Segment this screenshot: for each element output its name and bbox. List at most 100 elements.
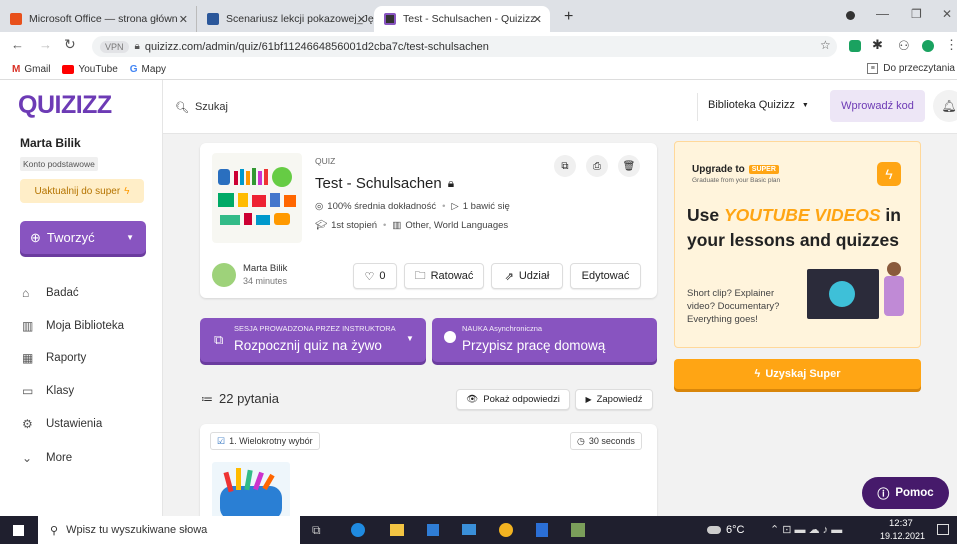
weather-temp[interactable]: 6°C	[726, 524, 744, 536]
task-view-icon[interactable]: ⧉	[312, 523, 321, 538]
word-icon[interactable]	[536, 523, 548, 537]
question-time-badge: ◷ 30 seconds	[570, 432, 642, 450]
clock-date: 19.12.2021	[880, 531, 926, 541]
assign-homework-button[interactable]: NAUKA Asynchroniczna Przypisz pracę domo…	[432, 318, 657, 362]
star-icon[interactable]: ☆	[820, 38, 831, 52]
menu-dots-icon[interactable]: ⋮	[945, 37, 957, 53]
promo-subline: Graduate from your Basic plan	[692, 177, 781, 184]
copy-icon[interactable]: ⧉	[554, 155, 576, 177]
window-close-icon[interactable]: ✕	[942, 7, 952, 21]
edit-button[interactable]: Edytować	[570, 263, 641, 289]
windows-taskbar: ⚲ Wpisz tu wyszukiwane słowa ⧉ 6°C ⌃ ⊡ ▬…	[0, 516, 957, 544]
shield-icon[interactable]	[922, 40, 934, 52]
store-icon[interactable]	[427, 524, 439, 536]
sidebar-item-explore[interactable]: ⌂ Badać	[22, 286, 79, 300]
start-live-quiz-button[interactable]: ⧉ SESJA PROWADZONA PRZEZ INSTRUKTORA Roz…	[200, 318, 426, 362]
lightning-icon: ϟ	[754, 368, 761, 380]
maps-icon: G	[129, 64, 138, 75]
vpn-icon: VPN	[100, 40, 129, 53]
promo-headline: Use YOUTUBE VIDEOS in your lessons and q…	[687, 205, 901, 250]
sidebar-item-classes[interactable]: ▭ Klasy	[22, 384, 74, 398]
quiz-type-label: QUIZ	[315, 156, 336, 166]
browser-tab-scenariusz[interactable]: Scenariusz lekcji pokazowej_Języ ✕	[196, 6, 374, 32]
sidebar-item-library[interactable]: ▥ Moja Biblioteka	[22, 319, 124, 333]
restore-icon[interactable]: ❐	[911, 7, 922, 21]
presentation-icon: ⧉	[214, 332, 224, 347]
user-name: Marta Bilik	[20, 136, 81, 150]
share-button[interactable]: ⇗ Udział	[491, 263, 563, 289]
sidebar-item-settings[interactable]: ⚙ Ustawienia	[22, 417, 102, 431]
question-image	[212, 462, 290, 516]
library-dropdown[interactable]: Biblioteka Quizizz ▼	[708, 99, 809, 111]
question-circle-icon: ⓘ	[877, 486, 890, 501]
quiz-thumbnail	[212, 153, 302, 243]
new-tab-icon[interactable]: +	[564, 8, 573, 26]
folder-icon: 🗀	[414, 269, 426, 282]
reload-icon[interactable]: ↻	[64, 36, 76, 53]
bookmark-gmail[interactable]: M Gmail	[12, 64, 50, 75]
quizizz-logo[interactable]: QUIZIZZ	[18, 91, 112, 120]
search-icon: ⚲	[50, 524, 59, 537]
target-icon: ◎	[315, 201, 324, 212]
play-icon: ▷	[451, 201, 459, 212]
reading-list[interactable]: ≡ Do przeczytania	[867, 63, 955, 74]
back-icon[interactable]: ←	[11, 37, 24, 52]
bookmark-youtube[interactable]: YouTube	[62, 64, 118, 75]
create-button[interactable]: ⊕ Tworzyć ▼	[20, 221, 146, 254]
extensions-icon[interactable]: ✱	[872, 37, 883, 53]
like-button[interactable]: ♡ 0	[353, 263, 397, 289]
minimize-icon[interactable]: —	[876, 6, 889, 21]
enter-code-button[interactable]: Wprowadź kod	[830, 90, 925, 122]
upgrade-button[interactable]: Uaktualnij do super ϟ	[20, 179, 144, 203]
help-button[interactable]: ⓘ Pomoc	[862, 477, 949, 509]
account-type-badge: Konto podstawowe	[20, 157, 98, 171]
file-explorer-icon[interactable]	[390, 524, 404, 536]
super-lightning-icon: ϟ	[877, 162, 901, 186]
print-icon[interactable]: ⎙	[586, 155, 608, 177]
lock-icon: 🔒︎	[134, 41, 140, 52]
photos-icon[interactable]	[571, 523, 585, 537]
save-button[interactable]: 🗀 Ratować	[404, 263, 484, 289]
sidebar-item-reports[interactable]: ▦ Raporty	[22, 351, 86, 365]
lock-icon: 🔒︎	[447, 176, 455, 190]
clock-time: 12:37	[889, 518, 913, 529]
question-card[interactable]: ☑ 1. Wielokrotny wybór ◷ 30 seconds	[200, 424, 657, 516]
edge-icon[interactable]	[351, 523, 365, 537]
quiz-card: QUIZ Test - Schulsachen 🔒︎ ◎ 100% średni…	[200, 143, 657, 298]
sidebar-item-more[interactable]: ⌄ More	[22, 451, 72, 465]
author-name: Marta Bilik	[243, 263, 288, 274]
forward-icon[interactable]: →	[39, 37, 52, 52]
bell-icon[interactable]: 🔔︎	[933, 90, 957, 122]
caret-down-icon: ▼	[126, 233, 134, 242]
browser-tab-office[interactable]: Microsoft Office — strona główn ✕	[0, 6, 196, 32]
close-icon[interactable]: ✕	[357, 13, 366, 26]
question-count: ≔ 22 pytania	[201, 391, 279, 406]
tray-icons[interactable]: ⌃ ⊡ ▬ ☁ ♪ ▬	[770, 523, 842, 536]
show-answers-button[interactable]: 👁︎ Pokaż odpowiedzi	[456, 389, 570, 410]
author-time: 34 minutes	[243, 276, 288, 286]
address-bar[interactable]: VPN 🔒︎ quizizz.com/admin/quiz/61bf112466…	[92, 36, 837, 57]
trash-icon[interactable]: 🗑︎	[618, 155, 640, 177]
video-screen-illustration	[807, 269, 879, 319]
search-input[interactable]: 🔍︎ Szukaj	[175, 97, 695, 117]
checkbox-icon: ☑	[217, 435, 226, 446]
caret-down-icon: ▼	[406, 334, 414, 343]
bookmark-maps[interactable]: G Mapy	[130, 64, 166, 75]
preview-button[interactable]: ▶ Zapowiedź	[575, 389, 653, 410]
notifications-icon[interactable]	[937, 524, 949, 535]
chrome-icon[interactable]	[499, 523, 513, 537]
super-badge: SUPER	[748, 165, 779, 174]
close-icon[interactable]: ✕	[179, 13, 188, 26]
taskbar-search-input[interactable]: ⚲ Wpisz tu wyszukiwane słowa	[38, 516, 300, 544]
close-icon[interactable]: ✕	[533, 13, 542, 26]
windows-start-icon[interactable]	[13, 525, 24, 536]
account-icon[interactable]: ⚇	[898, 38, 910, 54]
browser-address-row: ← → ↻ VPN 🔒︎ quizizz.com/admin/quiz/61bf…	[0, 32, 957, 60]
get-super-button[interactable]: ϟ Uzyskaj Super	[674, 359, 921, 389]
mail-icon[interactable]	[462, 524, 476, 535]
browser-tab-quizizz[interactable]: Test - Schulsachen - Quizizz ✕	[374, 6, 550, 32]
caret-down-icon: ▼	[801, 101, 809, 109]
adblock-icon[interactable]	[849, 40, 861, 52]
profile-dot-icon[interactable]	[846, 11, 855, 20]
reading-list-icon: ≡	[867, 63, 879, 74]
